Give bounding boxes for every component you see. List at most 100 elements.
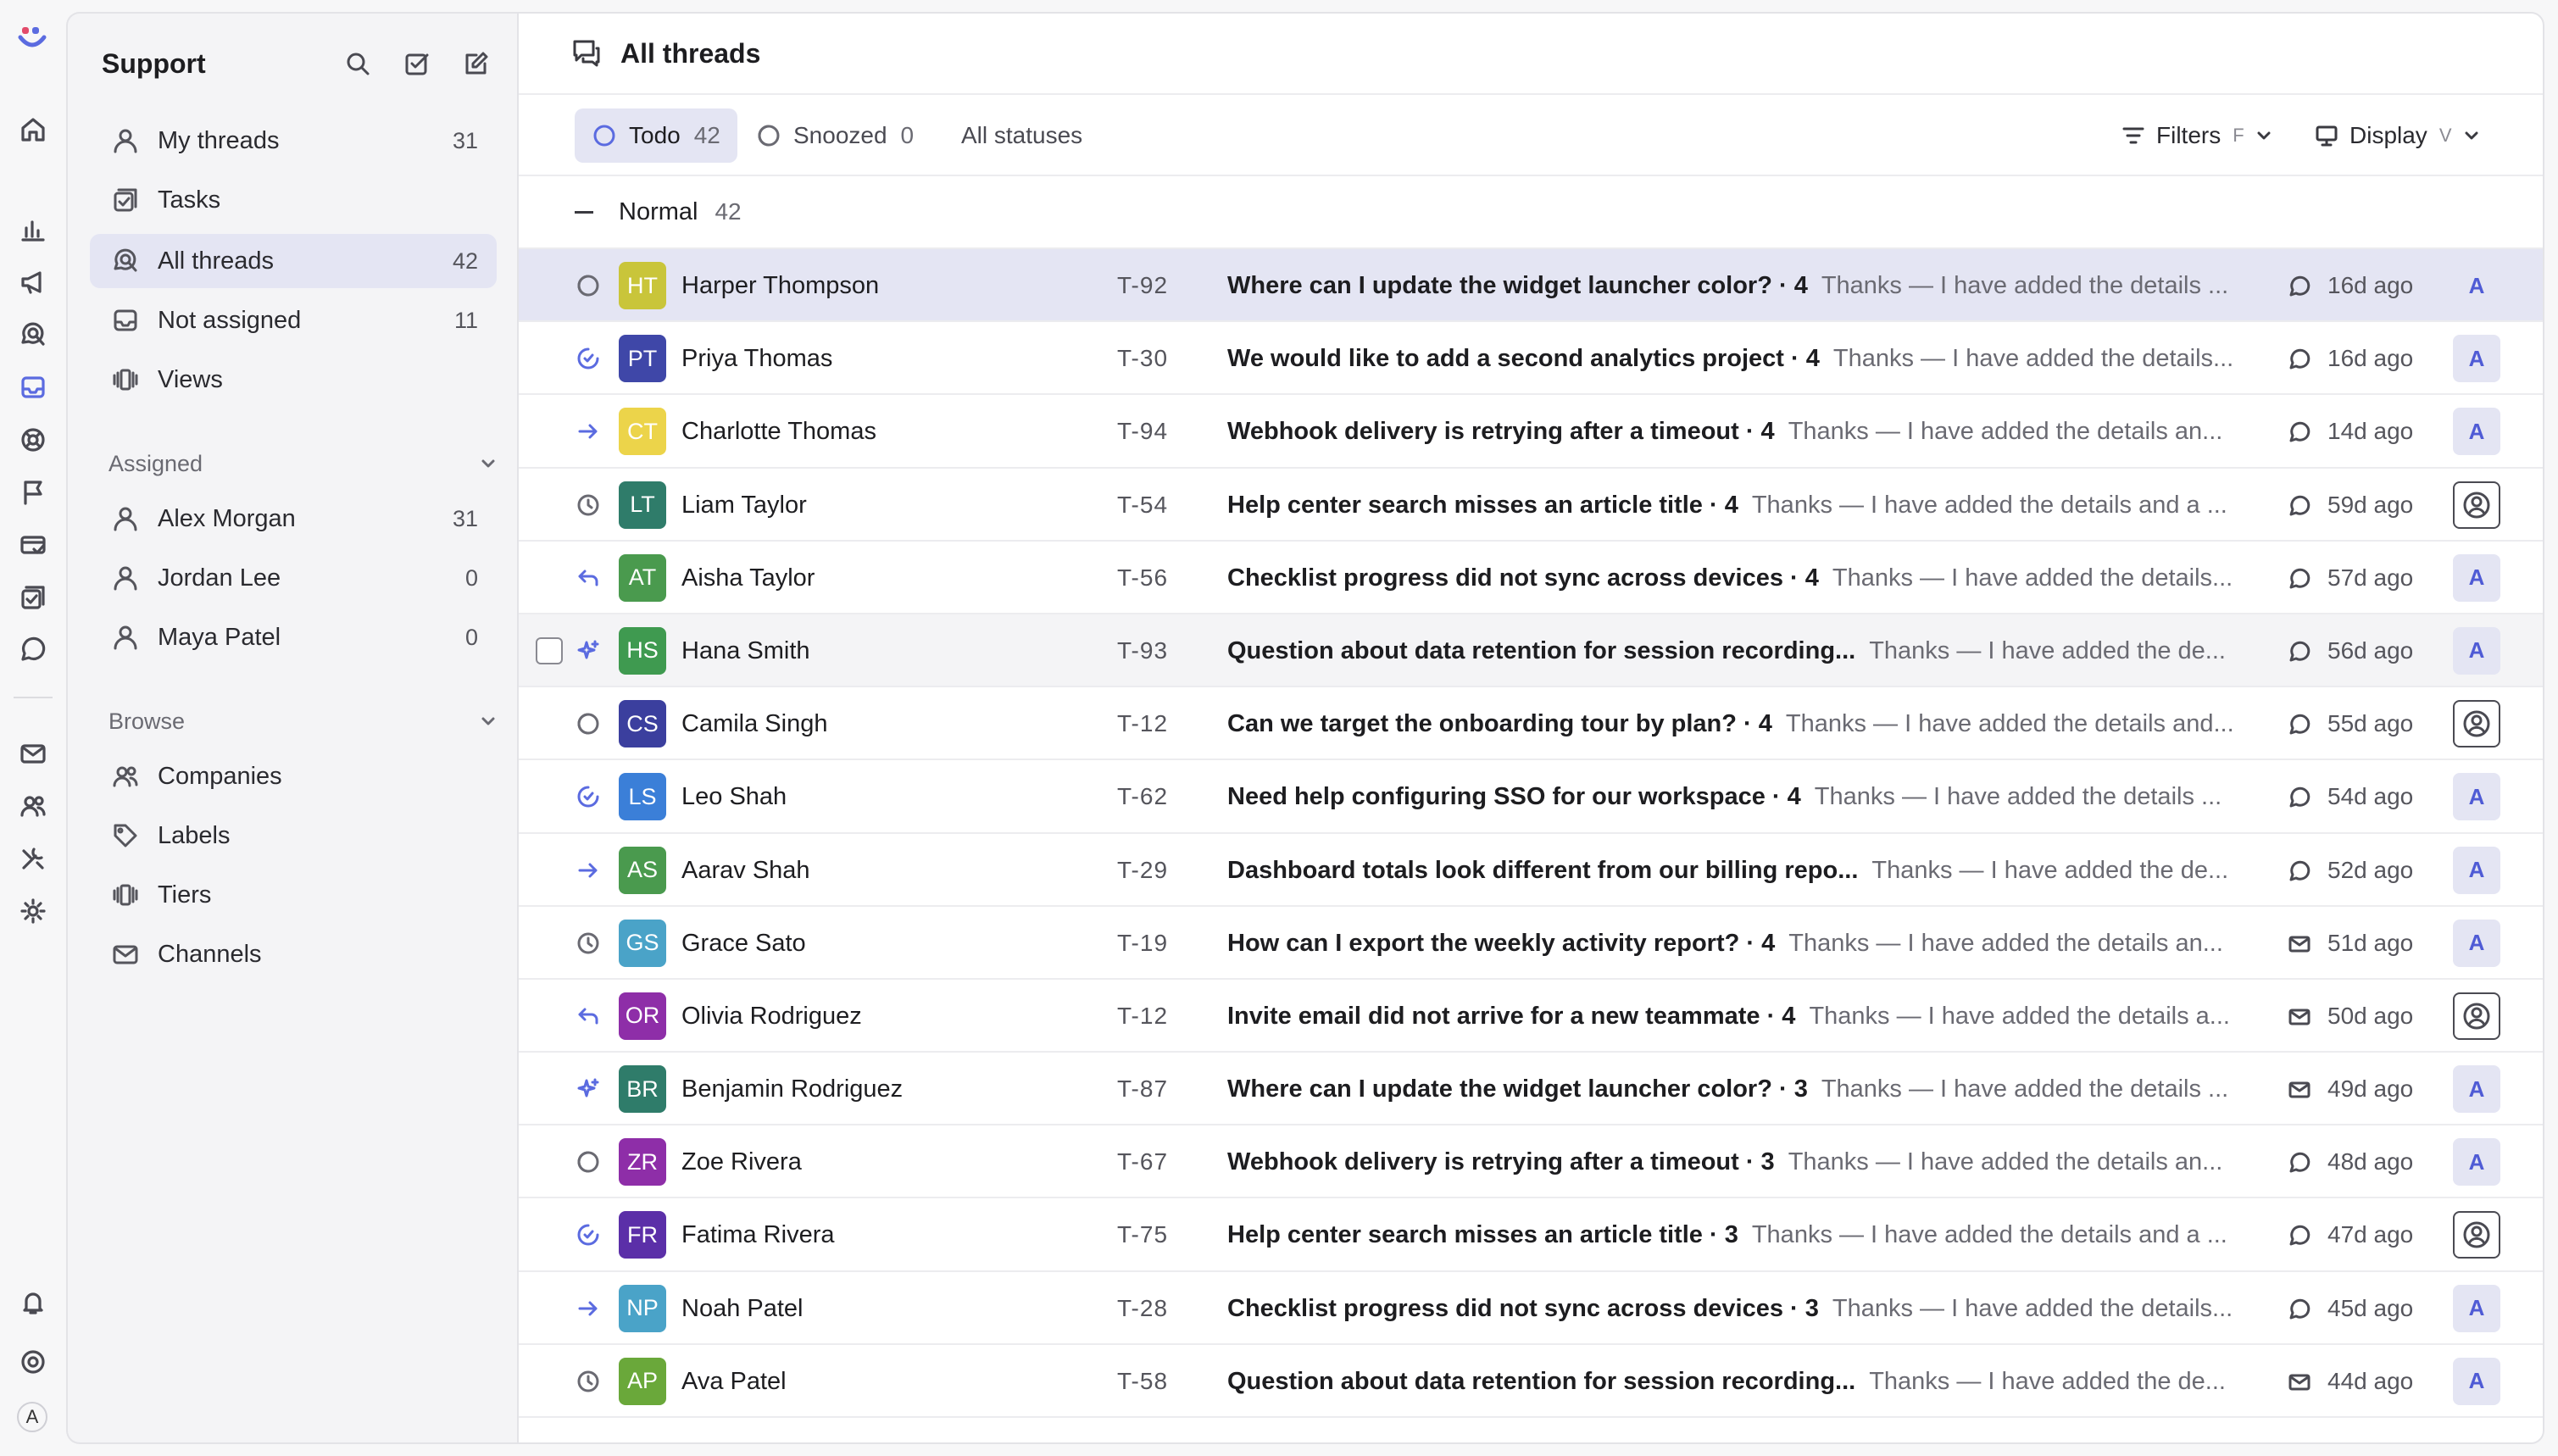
- assignee-avatar[interactable]: A: [2453, 553, 2500, 602]
- snoozed-icon[interactable]: [575, 710, 602, 737]
- arrow-right-icon[interactable]: [575, 1295, 602, 1322]
- table-row[interactable]: AS Aarav Shah T-29 Dashboard totals look di…: [519, 834, 2543, 907]
- table-row[interactable]: GS Grace Sato T-19 How can I export the wee…: [519, 907, 2543, 980]
- assignee-avatar[interactable]: A: [2453, 1138, 2500, 1186]
- megaphone-icon[interactable]: [12, 261, 54, 303]
- assignee-avatar[interactable]: A: [2453, 1357, 2500, 1405]
- assignee-avatar[interactable]: A: [2453, 626, 2500, 675]
- sidebar-section-browse[interactable]: Browse: [108, 700, 498, 742]
- table-row[interactable]: BR Benjamin Rodriguez T-87 Where can I upda…: [519, 1053, 2543, 1126]
- sidebar-item-views[interactable]: Views: [90, 353, 497, 407]
- filters-button[interactable]: Filters F: [2121, 108, 2273, 163]
- inbox-icon[interactable]: [12, 366, 54, 408]
- tools-icon[interactable]: [12, 837, 54, 880]
- assignee-avatar[interactable]: A: [2453, 1284, 2500, 1332]
- help-icon[interactable]: [12, 1341, 54, 1383]
- table-row[interactable]: ZR Zoe Rivera T-67 Webhook delivery is retr…: [519, 1125, 2543, 1199]
- sidebar-item-my-threads[interactable]: My threads 31: [90, 114, 497, 168]
- bell-icon[interactable]: [12, 1281, 54, 1324]
- table-row[interactable]: NP Noah Patel T-28 Checklist progress did n…: [519, 1272, 2543, 1345]
- assignee-avatar[interactable]: A: [2453, 773, 2500, 821]
- sidebar-item-not-assigned[interactable]: Not assigned 11: [90, 293, 497, 347]
- sidebar-item-tasks[interactable]: Tasks: [90, 173, 497, 227]
- user-avatar[interactable]: A: [17, 1402, 47, 1432]
- filters-shortcut: F: [2233, 125, 2244, 146]
- compose-icon[interactable]: [453, 40, 500, 87]
- search-chat-icon[interactable]: [12, 314, 54, 356]
- assignee-avatar[interactable]: A: [2453, 846, 2500, 894]
- sidebar-item-maya-patel[interactable]: Maya Patel 0: [90, 610, 497, 664]
- sidebar-item-companies[interactable]: Companies: [90, 749, 497, 803]
- chat-icon[interactable]: [12, 629, 54, 671]
- chat-icon: [2287, 1150, 2312, 1175]
- sidebar-item-count: 0: [464, 564, 478, 591]
- lifebuoy-icon[interactable]: [12, 419, 54, 461]
- tab-todo[interactable]: Todo 42: [575, 108, 737, 163]
- table-row[interactable]: HT Harper Thompson T-92 Where can I update …: [519, 249, 2543, 323]
- unassigned-icon[interactable]: [2453, 992, 2500, 1040]
- sidebar-item-alex-morgan[interactable]: Alex Morgan 31: [90, 492, 497, 546]
- unassigned-icon[interactable]: [2453, 700, 2500, 748]
- display-button[interactable]: Display V: [2314, 108, 2481, 163]
- assignee-avatar[interactable]: A: [2453, 1065, 2500, 1114]
- tab-snoozed[interactable]: Snoozed 0: [739, 108, 931, 163]
- in-progress-icon[interactable]: [575, 1221, 602, 1248]
- sidebar-item-jordan-lee[interactable]: Jordan Lee 0: [90, 551, 497, 605]
- assignee-initial: A: [2468, 1075, 2485, 1102]
- chart-icon[interactable]: [12, 208, 54, 251]
- table-row[interactable]: HS Hana Smith T-93 Question about data rete…: [519, 614, 2543, 688]
- flag-icon[interactable]: [12, 471, 54, 514]
- sparkle-icon[interactable]: [575, 637, 602, 664]
- clock-icon[interactable]: [575, 930, 602, 957]
- app-logo-icon[interactable]: [17, 24, 47, 54]
- arrow-right-icon[interactable]: [575, 857, 602, 884]
- main-header: All threads: [519, 14, 2543, 95]
- clock-icon[interactable]: [575, 1368, 602, 1395]
- card-icon[interactable]: [12, 524, 54, 566]
- chevron-down-icon: [2257, 131, 2271, 140]
- sidebar-item-tiers[interactable]: Tiers: [90, 868, 497, 922]
- views-icon: [108, 363, 142, 397]
- table-row[interactable]: AP Ava Patel T-58 Question about data reten…: [519, 1345, 2543, 1418]
- table-row[interactable]: LT Liam Taylor T-54 Help center search miss…: [519, 469, 2543, 542]
- tasks-icon[interactable]: [12, 576, 54, 619]
- snoozed-icon[interactable]: [575, 272, 602, 299]
- snoozed-icon[interactable]: [575, 1148, 602, 1175]
- sparkle-icon[interactable]: [575, 1075, 602, 1103]
- tab-all-statuses[interactable]: All statuses: [944, 108, 1099, 163]
- in-progress-icon[interactable]: [575, 783, 602, 810]
- assignee-avatar[interactable]: A: [2453, 335, 2500, 383]
- task-check-icon[interactable]: [393, 40, 441, 87]
- table-row[interactable]: CS Camila Singh T-12 Can we target the onbo…: [519, 687, 2543, 761]
- home-icon[interactable]: [12, 108, 54, 151]
- table-row[interactable]: PT Priya Thomas T-30 We would like to add a…: [519, 322, 2543, 396]
- table-row[interactable]: FR Fatima Rivera T-75 Help center search mi…: [519, 1198, 2543, 1272]
- gear-icon[interactable]: [12, 890, 54, 932]
- reply-icon[interactable]: [575, 564, 602, 592]
- unassigned-icon[interactable]: [2453, 1211, 2500, 1259]
- sidebar-item-all-threads[interactable]: All threads 42: [90, 234, 497, 288]
- sidebar-item-count: 42: [452, 247, 478, 274]
- table-row[interactable]: OR Olivia Rodriguez T-12 Invite email did n…: [519, 980, 2543, 1053]
- mail-icon[interactable]: [12, 732, 54, 775]
- sidebar-item-labels[interactable]: Labels: [90, 809, 497, 863]
- customer-name: Noah Patel: [681, 1294, 804, 1322]
- assignee-avatar[interactable]: A: [2453, 919, 2500, 967]
- in-progress-icon[interactable]: [575, 345, 602, 372]
- clock-icon[interactable]: [575, 492, 602, 519]
- table-row[interactable]: LS Leo Shah T-62 Need help configuring SSO …: [519, 760, 2543, 834]
- search-icon[interactable]: [334, 40, 381, 87]
- row-checkbox[interactable]: [536, 636, 563, 664]
- assignee-avatar[interactable]: A: [2453, 408, 2500, 456]
- arrow-right-icon[interactable]: [575, 418, 602, 445]
- assignee-avatar[interactable]: A: [2453, 262, 2500, 309]
- users-icon[interactable]: [12, 785, 54, 827]
- unassigned-icon[interactable]: [2453, 481, 2500, 529]
- reply-icon[interactable]: [575, 1003, 602, 1030]
- sidebar-section-assigned[interactable]: Assigned: [108, 442, 498, 485]
- group-header[interactable]: Normal 42: [519, 176, 2543, 249]
- table-row[interactable]: AT Aisha Taylor T-56 Checklist progress did…: [519, 542, 2543, 614]
- table-row[interactable]: CT Charlotte Thomas T-94 Webhook delivery i…: [519, 395, 2543, 469]
- todo-circle-icon: [593, 125, 615, 147]
- sidebar-item-channels[interactable]: Channels: [90, 927, 497, 981]
